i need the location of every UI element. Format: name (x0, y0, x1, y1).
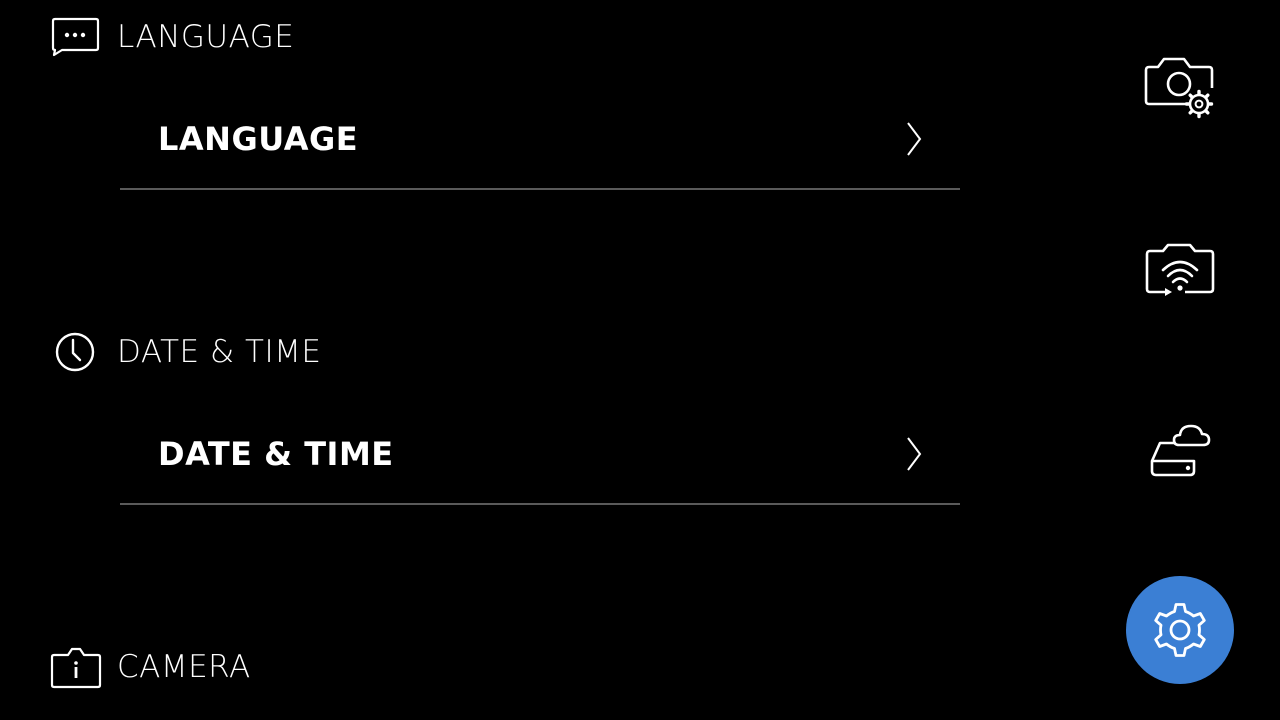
settings-screen: LANGUAGE LANGUAGE DATE & TIME DATE & TIM… (0, 0, 1280, 720)
clock-icon (50, 330, 102, 374)
section-title-date-time: DATE & TIME (117, 333, 322, 370)
camera-info-icon (50, 645, 102, 689)
chevron-right-icon (907, 437, 922, 471)
section-title-language: LANGUAGE (117, 18, 295, 55)
menu-row-language[interactable]: LANGUAGE (120, 90, 960, 190)
camera-wifi-icon (1145, 243, 1215, 296)
gear-icon (1154, 603, 1206, 657)
nav-cloud-storage[interactable] (1126, 394, 1234, 502)
nav-camera-settings[interactable] (1126, 36, 1234, 144)
nav-settings[interactable] (1126, 576, 1234, 684)
camera-settings-icon (1144, 57, 1214, 119)
speech-bubble-icon (50, 15, 102, 59)
menu-row-date-time[interactable]: DATE & TIME (120, 405, 960, 505)
section-header-date-time: DATE & TIME (50, 330, 321, 374)
nav-camera-wifi[interactable] (1126, 216, 1234, 324)
section-title-camera: CAMERA (117, 648, 251, 685)
section-header-camera: CAMERA (50, 645, 251, 689)
menu-row-date-time-label: DATE & TIME (158, 435, 394, 473)
chevron-right-icon (907, 122, 922, 156)
section-header-language: LANGUAGE (50, 15, 294, 59)
cloud-storage-icon (1150, 424, 1211, 477)
menu-row-language-label: LANGUAGE (158, 120, 359, 158)
